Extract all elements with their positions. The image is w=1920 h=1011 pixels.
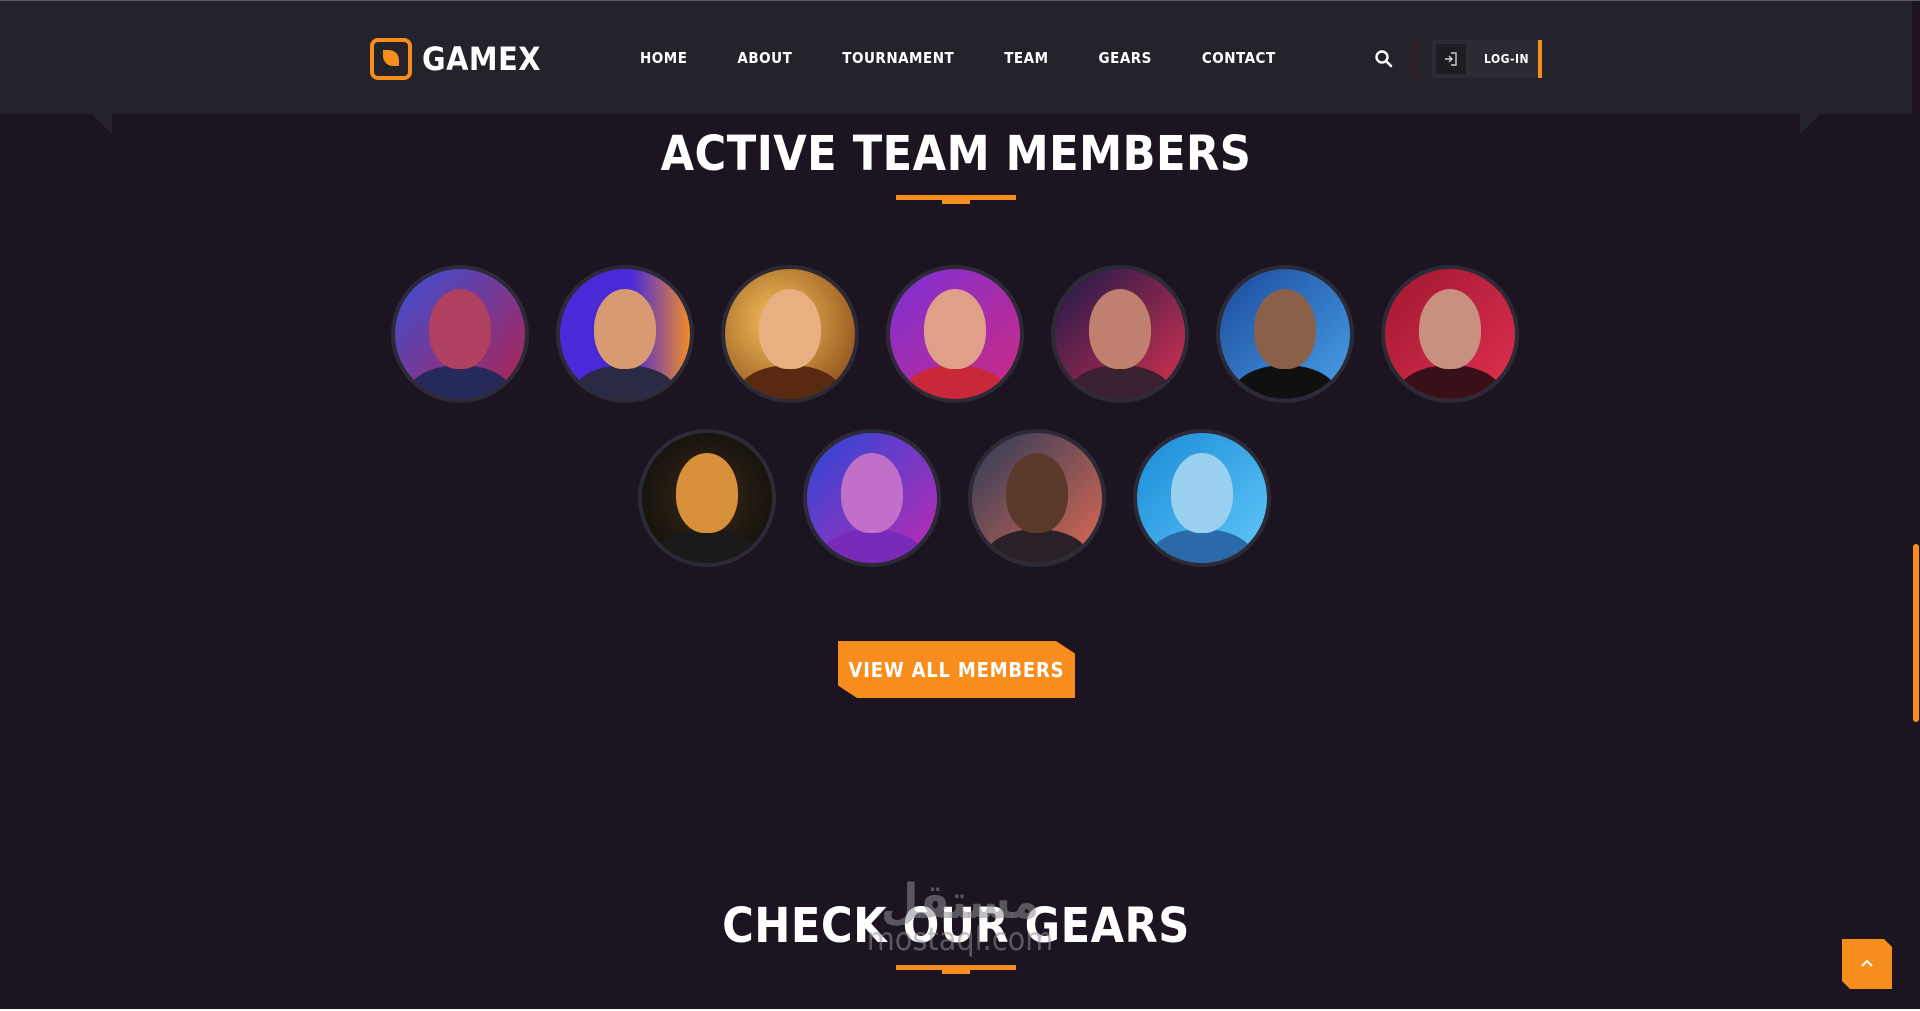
member-photo-face xyxy=(429,289,491,369)
team-member-avatar[interactable] xyxy=(556,265,694,403)
team-member-avatar[interactable] xyxy=(1381,265,1519,403)
header-divider xyxy=(1413,41,1416,79)
nav-item-tournament[interactable]: TOURNAMENT xyxy=(842,49,954,67)
scrollbar-thumb[interactable] xyxy=(1913,544,1919,722)
member-photo-face xyxy=(1006,453,1068,533)
logo-icon xyxy=(370,38,412,80)
nav-item-about[interactable]: ABOUT xyxy=(737,49,792,67)
member-photo-body xyxy=(819,529,925,563)
main-nav: HOME ABOUT TOURNAMENT TEAM GEARS CONTACT xyxy=(640,49,1326,67)
member-photo-body xyxy=(654,529,760,563)
member-photo-body xyxy=(572,365,678,399)
member-photo-body xyxy=(1067,365,1173,399)
team-member-avatar[interactable] xyxy=(638,429,776,567)
team-member-avatar[interactable] xyxy=(721,265,859,403)
nav-item-gears[interactable]: GEARS xyxy=(1099,49,1152,67)
team-member-avatar[interactable] xyxy=(1051,265,1189,403)
team-title-underline xyxy=(896,195,1016,204)
member-photo-face xyxy=(676,453,738,533)
login-icon xyxy=(1436,44,1466,74)
scroll-to-top-button[interactable] xyxy=(1842,939,1892,989)
team-member-avatar[interactable] xyxy=(1133,429,1271,567)
member-photo-body xyxy=(902,365,1008,399)
member-photo-face xyxy=(594,289,656,369)
member-photo-body xyxy=(1232,365,1338,399)
site-header: GAMEX HOME ABOUT TOURNAMENT TEAM GEARS C… xyxy=(0,1,1912,114)
team-member-avatar[interactable] xyxy=(968,429,1106,567)
member-photo-face xyxy=(924,289,986,369)
member-photo-body xyxy=(737,365,843,399)
view-all-members-button[interactable]: VIEW ALL MEMBERS xyxy=(838,641,1075,698)
member-photo-face xyxy=(1089,289,1151,369)
member-photo-body xyxy=(1149,529,1255,563)
logo-text: GAMEX xyxy=(422,40,541,78)
logo[interactable]: GAMEX xyxy=(370,37,541,81)
login-label: LOG-IN xyxy=(1484,52,1530,66)
nav-item-team[interactable]: TEAM xyxy=(1004,49,1048,67)
login-button[interactable]: LOG-IN xyxy=(1432,40,1542,78)
member-photo-face xyxy=(1171,453,1233,533)
member-photo-body xyxy=(407,365,513,399)
gears-section-title: CHECK OUR GEARS xyxy=(722,898,1190,954)
member-photo-face xyxy=(1254,289,1316,369)
scrollbar-track[interactable] xyxy=(1912,1,1920,1011)
member-photo-body xyxy=(1397,365,1503,399)
team-section-title: ACTIVE TEAM MEMBERS xyxy=(660,126,1252,182)
team-member-avatar[interactable] xyxy=(803,429,941,567)
team-member-avatar[interactable] xyxy=(391,265,529,403)
team-member-avatar[interactable] xyxy=(1216,265,1354,403)
search-icon[interactable] xyxy=(1374,49,1394,69)
gears-title-underline xyxy=(896,965,1016,974)
chevron-up-icon xyxy=(1861,959,1873,967)
member-photo-face xyxy=(759,289,821,369)
nav-item-home[interactable]: HOME xyxy=(640,49,687,67)
team-member-avatar[interactable] xyxy=(886,265,1024,403)
member-photo-face xyxy=(1419,289,1481,369)
member-photo-face xyxy=(841,453,903,533)
nav-item-contact[interactable]: CONTACT xyxy=(1202,49,1276,67)
member-photo-body xyxy=(984,529,1090,563)
